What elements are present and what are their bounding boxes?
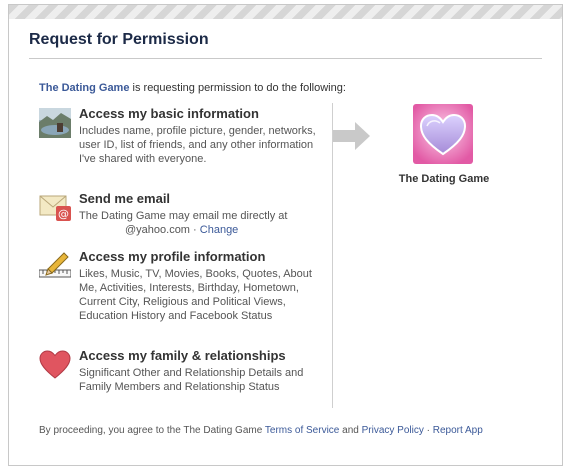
change-email-link[interactable]: Change bbox=[200, 224, 239, 236]
permission-send-email: @ Send me email The Dating Game may emai… bbox=[39, 191, 324, 241]
permission-description: The Dating Game may email me directly at… bbox=[79, 209, 319, 237]
footer: By proceeding, you agree to the The Dati… bbox=[39, 425, 483, 436]
app-icon[interactable] bbox=[413, 104, 473, 164]
title-divider bbox=[29, 58, 542, 59]
email-line: @yahoo.com · Change bbox=[79, 223, 319, 237]
intro-text: The Dating Game is requesting permission… bbox=[39, 82, 346, 94]
permission-description: Likes, Music, TV, Movies, Books, Quotes,… bbox=[79, 268, 312, 322]
terms-of-service-link[interactable]: Terms of Service bbox=[265, 425, 339, 436]
dialog-title: Request for Permission bbox=[29, 31, 209, 48]
email-address: @yahoo.com bbox=[125, 224, 190, 236]
permission-basic-info: Access my basic information Includes nam… bbox=[39, 106, 324, 186]
intro-rest: is requesting permission to do the follo… bbox=[129, 82, 346, 94]
permission-title: Access my profile information bbox=[79, 249, 266, 264]
permission-dialog: Request for Permission The Dating Game i… bbox=[8, 4, 563, 466]
ruler-pencil-icon bbox=[39, 252, 71, 278]
intro-app-link[interactable]: The Dating Game bbox=[39, 82, 129, 94]
envelope-icon: @ bbox=[39, 195, 71, 221]
permission-profile-info: Access my profile information Likes, Mus… bbox=[39, 249, 324, 344]
app-name: The Dating Game bbox=[398, 173, 490, 185]
dialog-top-stripe bbox=[9, 5, 562, 19]
email-separator: · bbox=[189, 224, 200, 236]
photo-icon bbox=[39, 108, 71, 138]
email-desc-text: The Dating Game may email me directly at bbox=[79, 210, 288, 222]
permission-description: Includes name, profile picture, gender, … bbox=[79, 125, 316, 165]
report-app-link[interactable]: Report App bbox=[433, 425, 483, 436]
arrow-right-icon bbox=[333, 122, 370, 150]
footer-and: and bbox=[339, 425, 362, 436]
permission-family-relationships: Access my family & relationships Signifi… bbox=[39, 348, 324, 413]
footer-prefix: By proceeding, you agree to the The Dati… bbox=[39, 425, 265, 436]
permission-description: Significant Other and Relationship Detai… bbox=[79, 367, 304, 393]
privacy-policy-link[interactable]: Privacy Policy bbox=[362, 425, 424, 436]
permission-title: Access my basic information bbox=[79, 106, 259, 121]
footer-separator: · bbox=[423, 425, 433, 436]
svg-text:@: @ bbox=[58, 208, 69, 221]
permission-title: Send me email bbox=[79, 191, 171, 206]
permission-title: Access my family & relationships bbox=[79, 348, 286, 363]
heart-icon bbox=[39, 350, 71, 379]
heart-app-icon bbox=[413, 104, 473, 164]
